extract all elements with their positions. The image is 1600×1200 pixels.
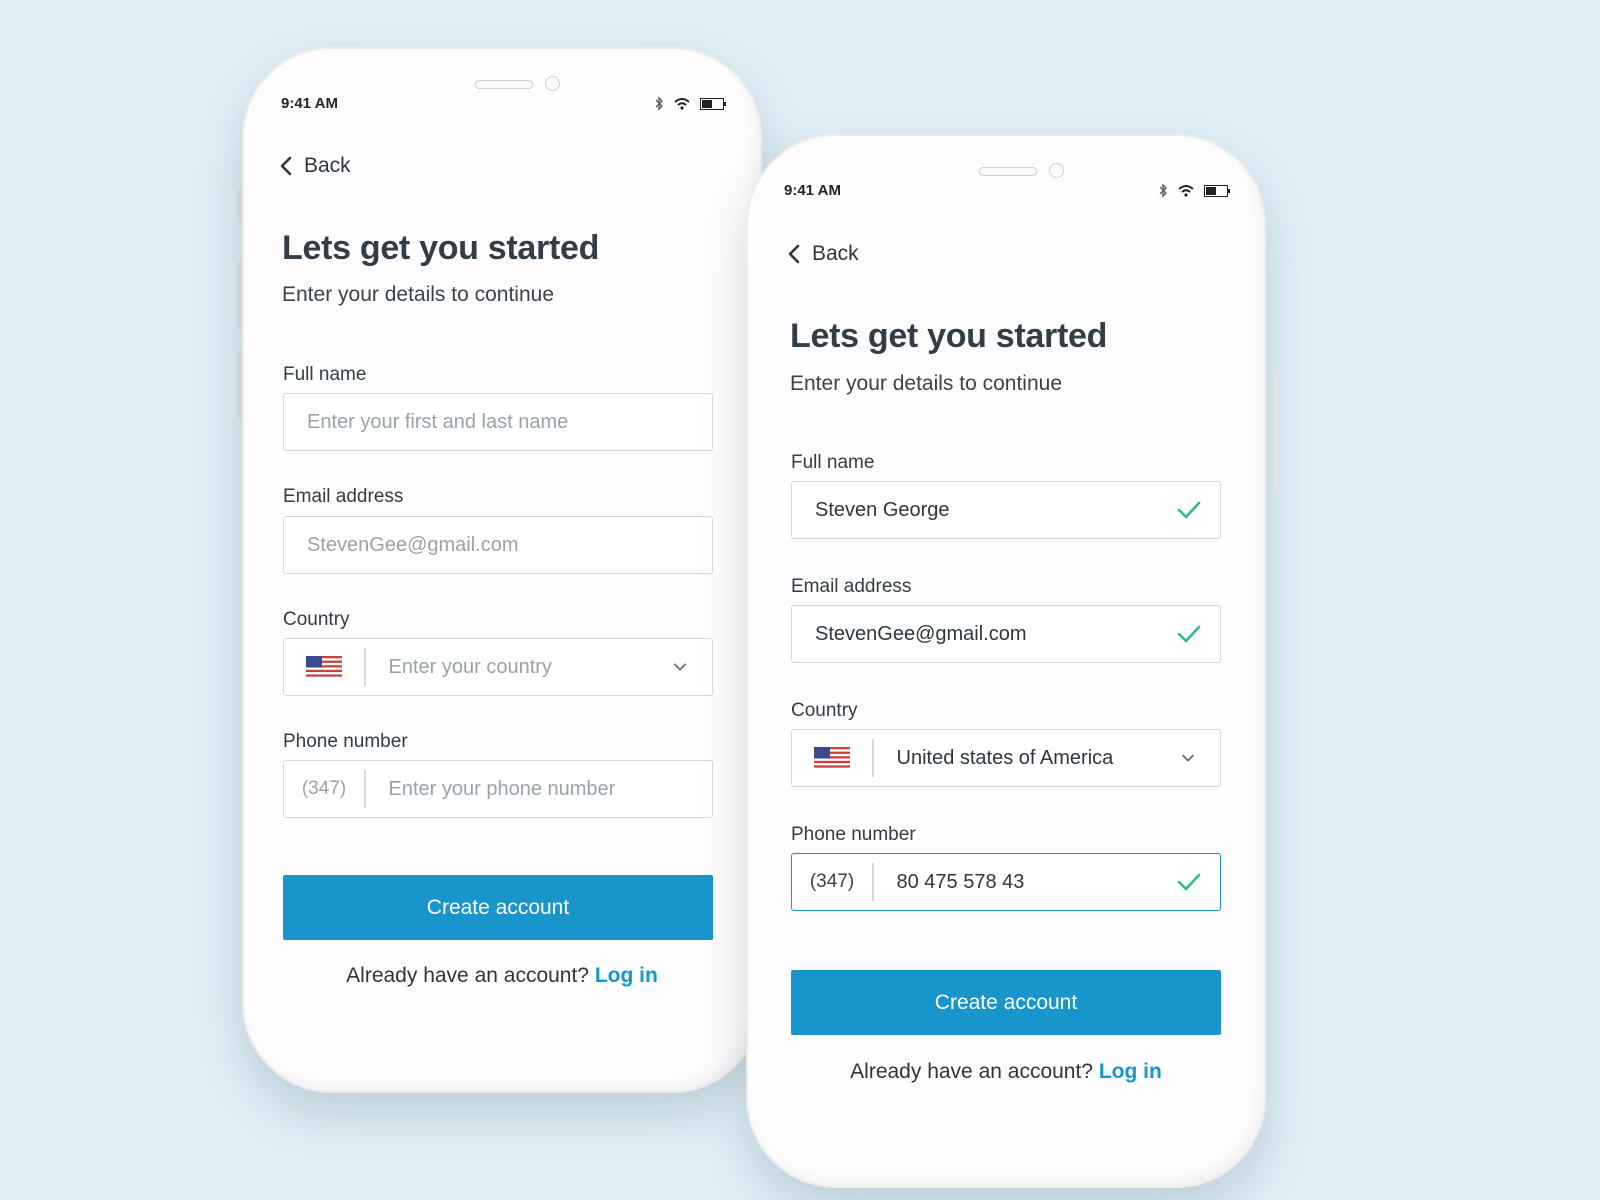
front-camera [1049,163,1064,178]
back-label: Back [304,154,351,177]
check-icon [1177,873,1201,891]
login-link[interactable]: Log in [595,964,658,987]
full-name-field[interactable]: Steven George [791,481,1221,539]
create-account-button[interactable]: Create account [283,875,713,940]
chevron-down-icon[interactable] [672,659,688,675]
battery-icon [1204,184,1230,197]
phone-value: 80 475 578 43 [896,870,1025,893]
bluetooth-icon [1159,183,1167,198]
email-label: Email address [283,486,404,507]
chevron-left-icon [788,244,800,264]
page-title: Lets get you started [790,317,1108,355]
phone-placeholder: Enter your phone number [388,777,616,800]
area-code: (347) [301,778,347,799]
wifi-icon [1178,184,1194,197]
wifi-icon [674,97,690,110]
phone-empty-state: 9:41 AM Back Lets get you started Enter … [242,47,762,1093]
check-icon [1177,625,1201,643]
login-prompt-text: Already have an account? [346,964,589,987]
country-label: Country [283,609,350,630]
login-link[interactable]: Log in [1099,1060,1162,1083]
email-field[interactable]: StevenGee@gmail.com [791,605,1221,663]
back-label: Back [812,242,859,265]
status-time: 9:41 AM [281,95,338,112]
email-field[interactable]: StevenGee@gmail.com [283,516,713,574]
country-placeholder: Enter your country [388,655,552,678]
email-placeholder: StevenGee@gmail.com [307,533,519,556]
back-button[interactable]: Back [280,154,351,178]
country-select[interactable]: Enter your country [283,638,713,696]
page-subtitle: Enter your details to continue [282,283,554,306]
page-title: Lets get you started [282,229,600,267]
phone-label: Phone number [791,824,916,845]
page-subtitle: Enter your details to continue [790,372,1062,395]
back-button[interactable]: Back [788,242,859,266]
front-camera [545,76,560,91]
full-name-placeholder: Enter your first and last name [307,410,569,433]
status-icons [1158,183,1230,198]
country-value: United states of America [896,746,1114,769]
power-button [1274,374,1278,490]
us-flag-icon [814,746,850,770]
status-icons [654,96,726,111]
login-prompt: Already have an account? Log in [746,1060,1266,1084]
us-flag-icon [306,655,342,679]
speaker-grille [979,167,1037,176]
phone-number-field[interactable]: (347) Enter your phone number [283,760,713,818]
speaker-grille [475,80,533,89]
email-value: StevenGee@gmail.com [815,622,1027,645]
bluetooth-icon [655,96,663,111]
create-account-button[interactable]: Create account [791,970,1221,1035]
status-time: 9:41 AM [784,182,841,199]
full-name-label: Full name [791,452,875,473]
chevron-down-icon[interactable] [1180,750,1196,766]
full-name-field[interactable]: Enter your first and last name [283,393,713,451]
login-prompt-text: Already have an account? [850,1060,1093,1083]
battery-icon [700,97,726,110]
phone-filled-state: 9:41 AM Back Lets get you started Enter … [746,134,1266,1188]
country-select[interactable]: United states of America [791,729,1221,787]
check-icon [1177,501,1201,519]
full-name-label: Full name [283,364,367,385]
login-prompt: Already have an account? Log in [242,964,762,988]
country-label: Country [791,700,858,721]
chevron-left-icon [280,156,292,176]
phone-number-field[interactable]: (347) 80 475 578 43 [791,853,1221,911]
full-name-value: Steven George [815,498,950,521]
area-code: (347) [809,871,855,892]
phone-label: Phone number [283,731,408,752]
email-label: Email address [791,576,912,597]
